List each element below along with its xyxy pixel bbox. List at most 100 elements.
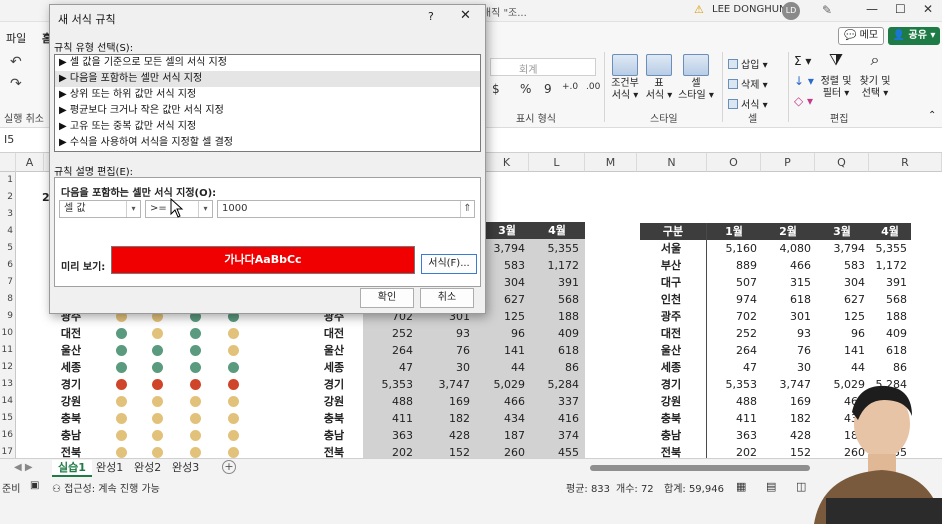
collapse-ribbon-icon[interactable]: ⌃ [928, 110, 936, 121]
memo-button[interactable]: 💬 메모 [838, 27, 884, 45]
page-break-icon[interactable]: ◫ [796, 480, 806, 493]
normal-view-icon[interactable]: ▦ [736, 480, 746, 493]
column-header[interactable]: Q [815, 153, 869, 172]
sort-filter-button[interactable]: ⧩ 정렬 및 필터 ▾ [820, 52, 852, 100]
find-select-button[interactable]: ⌕ 찾기 및 선택 ▾ [856, 52, 894, 100]
help-button[interactable]: ? [428, 10, 434, 23]
warning-icon[interactable]: ⚠ [694, 3, 706, 16]
row-header[interactable]: 2 [0, 189, 14, 206]
sheet-nav-ellipsis[interactable]: ◀ ▶ [8, 460, 39, 477]
select-all-corner[interactable] [0, 153, 16, 172]
rule-type-item[interactable]: ▶ 수식을 사용하여 서식을 지정할 셀 결정 [55, 135, 480, 151]
mid-cell: 337 [558, 395, 579, 408]
close-window-button[interactable]: ✕ [923, 2, 933, 16]
format-cells-button[interactable]: 서식 ▾ [728, 96, 768, 111]
column-header[interactable]: R [869, 153, 942, 172]
fill-button[interactable]: ↓ ▾ [794, 74, 814, 88]
row-header[interactable]: 10 [0, 325, 14, 342]
rule-type-item-selected[interactable]: ▶ 다음을 포함하는 셀만 서식 지정 [55, 71, 480, 87]
column-header[interactable]: O [707, 153, 761, 172]
currency-icon[interactable]: $ [492, 82, 500, 96]
increase-decimal-icon[interactable]: +.0 [562, 82, 578, 92]
mid-cell: 363 [392, 429, 413, 442]
cell-style-button[interactable]: 셀 스타일 ▾ [676, 54, 716, 102]
column-header[interactable]: M [585, 153, 637, 172]
row-header[interactable]: 9 [0, 308, 14, 325]
rule-type-item[interactable]: ▶ 고유 또는 중복 값만 서식 지정 [55, 119, 480, 135]
column-header[interactable]: P [761, 153, 815, 172]
conditional-format-button[interactable]: 조건부 서식 ▾ [608, 54, 642, 102]
avatar[interactable]: LD [782, 2, 800, 20]
format-button[interactable]: 서식(F)... [421, 254, 477, 274]
description-title: 다음을 포함하는 셀만 서식 지정(O): [61, 188, 217, 199]
data-cell: 702 [736, 310, 757, 323]
redo-icon[interactable]: ↷ [10, 76, 22, 92]
row-header[interactable]: 16 [0, 427, 14, 444]
row-header[interactable]: 4 [0, 223, 14, 240]
pen-icon[interactable]: ✎ [822, 3, 832, 17]
column-header[interactable]: K [485, 153, 529, 172]
sheet-tab-active[interactable]: 실습1 [52, 460, 92, 477]
rule-type-item[interactable]: ▶ 셀 값을 기준으로 모든 셀의 서식 지정 [55, 55, 480, 71]
accessibility-status[interactable]: ⚇ 접근성: 계속 진행 가능 [52, 480, 160, 495]
row-header[interactable]: 8 [0, 291, 14, 308]
range-select-icon[interactable]: ⇑ [460, 201, 474, 217]
rule-type-item[interactable]: ▶ 상위 또는 하위 값만 서식 지정 [55, 87, 480, 103]
sheet-tab[interactable]: 완성3 [166, 460, 205, 477]
row-header[interactable]: 7 [0, 274, 14, 291]
add-sheet-button[interactable]: + [222, 460, 236, 474]
condition-value-input[interactable]: 1000 ⇑ [217, 200, 475, 218]
undo-icon[interactable]: ↶ [10, 54, 22, 70]
column-header[interactable]: A [16, 153, 44, 172]
region-label: 경기 [660, 378, 682, 391]
row-header[interactable]: 1 [0, 172, 14, 189]
row-header[interactable]: 5 [0, 240, 14, 257]
comma-icon[interactable]: 9 [544, 82, 552, 96]
status-dot [152, 328, 163, 339]
table-format-button[interactable]: 표 서식 ▾ [642, 54, 676, 102]
insert-cells-button[interactable]: 삽입 ▾ [728, 56, 768, 71]
condition-field-select[interactable]: 셀 값 ▾ [59, 200, 141, 218]
dialog-close-button[interactable]: ✕ [460, 8, 471, 23]
row-header[interactable]: 11 [0, 342, 14, 359]
row-header[interactable]: 6 [0, 257, 14, 274]
user-name: LEE DONGHUN [712, 4, 787, 15]
maximize-button[interactable]: ☐ [895, 2, 906, 16]
row-header[interactable]: 3 [0, 206, 14, 223]
row-header[interactable]: 14 [0, 393, 14, 410]
status-count: 개수: 72 [616, 484, 654, 495]
insert-icon [728, 59, 738, 69]
decrease-decimal-icon[interactable]: .00 [586, 82, 600, 92]
autosum-button[interactable]: Σ ▾ [794, 54, 811, 68]
name-box[interactable]: I5 [4, 133, 14, 146]
status-dot [228, 362, 239, 373]
status-dot [190, 447, 201, 458]
sheet-tab[interactable]: 완성1 [90, 460, 129, 477]
group-label-edit: 편집 [830, 114, 849, 125]
clear-button[interactable]: ◇ ▾ [794, 94, 813, 108]
minimize-button[interactable]: — [866, 2, 878, 16]
percent-icon[interactable]: % [520, 82, 531, 96]
mid-cell: 488 [392, 395, 413, 408]
row-header[interactable]: 15 [0, 410, 14, 427]
delete-cells-button[interactable]: 삭제 ▾ [728, 76, 768, 91]
share-button[interactable]: 👤 공유 ▾ [888, 27, 940, 45]
column-header[interactable]: L [529, 153, 585, 172]
column-header[interactable]: N [637, 153, 707, 172]
rule-type-item[interactable]: ▶ 평균보다 크거나 작은 값만 서식 지정 [55, 103, 480, 119]
data-cell: 409 [886, 327, 907, 340]
data-cell: 5,160 [725, 242, 758, 255]
row-header[interactable]: 13 [0, 376, 14, 393]
page-layout-icon[interactable]: ▤ [766, 480, 776, 493]
mid-cell: 411 [392, 412, 413, 425]
number-format-select[interactable]: 회계 [490, 58, 596, 76]
status-dot [228, 345, 239, 356]
macro-record-icon[interactable]: ▣ [30, 480, 39, 491]
horizontal-scrollbar[interactable] [590, 465, 810, 471]
sheet-tab[interactable]: 완성2 [128, 460, 167, 477]
tab-file[interactable]: 파일 [6, 30, 26, 46]
cancel-button[interactable]: 취소 [420, 288, 474, 308]
row-header[interactable]: 12 [0, 359, 14, 376]
ok-button[interactable]: 확인 [360, 288, 414, 308]
mid-cell: 5,029 [493, 378, 526, 391]
